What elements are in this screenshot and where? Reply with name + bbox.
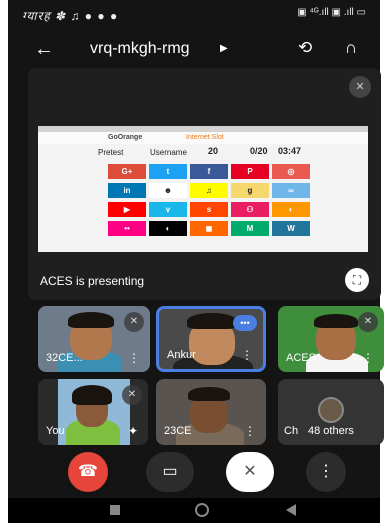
mic-off-icon: ✕ [349, 76, 371, 98]
recents-icon[interactable] [110, 505, 120, 515]
shared-grid-cell: ◐ [272, 202, 310, 217]
shared-stats: Pretest Username 20 0/20 03:47 [98, 146, 308, 160]
participant-hair [188, 387, 230, 401]
participant-tile[interactable]: 23CE ⋮ [156, 379, 266, 445]
shared-grid-cell: t [149, 164, 187, 179]
participant-hair [72, 385, 112, 405]
shared-grid-cell: ▶ [108, 202, 146, 217]
participant-name: You [46, 425, 65, 437]
shared-grid-cell: in [108, 183, 146, 198]
more-vert-icon[interactable]: ⋮ [362, 351, 374, 365]
participant-name: 23CE [164, 425, 192, 437]
mic-off-icon: ✕ [124, 312, 144, 332]
more-vert-icon[interactable]: ⋮ [128, 351, 140, 365]
participant-hair [68, 312, 114, 328]
mic-off-icon: ✕ [122, 385, 142, 405]
headphones-icon[interactable]: ∩ [345, 38, 357, 58]
shared-grid-cell: ◐ [149, 221, 187, 236]
phone-screen: ग्यारह ✽ ♫ ● ● ● ▣ ⁴ᴳ.ıll ▣ .ıll ▭ ← vrq… [8, 0, 384, 523]
more-options-button[interactable]: ⋮ [306, 452, 346, 492]
back-icon[interactable] [286, 504, 296, 516]
status-bar: ग्यारह ✽ ♫ ● ● ● ▣ ⁴ᴳ.ıll ▣ .ıll ▭ [8, 0, 380, 28]
presenting-label: ACES is presenting [40, 274, 145, 288]
shared-timer: 03:47 [278, 146, 302, 156]
participant-hair [314, 314, 358, 328]
mic-off-icon: ✕ [358, 312, 378, 332]
avatar [318, 397, 344, 423]
shared-user: Username [150, 148, 187, 157]
back-arrow-icon[interactable]: ← [34, 38, 54, 61]
shared-icon-grid: G+ t f P ◎ in ☻ ♫ g ∞ ▶ v s ⚇ ◐ •• ◐ ◼ M W [108, 164, 310, 244]
camera-switch-icon[interactable]: ⟲ [298, 38, 312, 58]
others-count: 48 others [308, 425, 354, 437]
shared-grid-cell: ☻ [149, 183, 187, 198]
participant-tile-active[interactable]: ••• Ankur ⋮ [156, 306, 266, 372]
others-tile[interactable]: Ch 48 others [278, 379, 384, 445]
shared-grid-cell: f [190, 164, 228, 179]
status-left: ग्यारह ✽ ♫ ● ● ● [22, 9, 119, 23]
speaking-indicator-icon: ••• [233, 315, 257, 331]
shared-grid-cell: •• [108, 221, 146, 236]
home-icon[interactable] [195, 503, 209, 517]
shared-grid-cell: g [231, 183, 269, 198]
mic-toggle-button[interactable]: ✕ [226, 452, 274, 492]
participant-hair [187, 313, 237, 329]
more-vert-icon[interactable]: ⋮ [244, 424, 256, 438]
end-call-button[interactable]: ☎ [68, 452, 108, 492]
participant-name: Ch [284, 425, 299, 437]
meeting-code[interactable]: vrq-mkgh-rmg [90, 40, 190, 58]
self-view-tile[interactable]: ✕ You ✦ [38, 379, 148, 445]
shared-grid-cell: P [231, 164, 269, 179]
shared-grid-cell: ◼ [190, 221, 228, 236]
system-nav-bar [8, 498, 380, 523]
shared-grid-cell: v [149, 202, 187, 217]
effects-icon[interactable]: ✦ [128, 424, 138, 438]
status-right: ▣ ⁴ᴳ.ıll ▣ .ıll ▭ [297, 7, 366, 18]
participant-tile[interactable]: ✕ ACES ⋮ [278, 306, 384, 372]
shared-brand: GoOrange [108, 134, 143, 141]
shared-score: 20 [208, 146, 219, 156]
top-bar: ← vrq-mkgh-rmg ▶ ⟲ ∩ [8, 30, 380, 70]
shared-screen-header: GoOrange Internet Slot [38, 132, 368, 144]
call-controls: ☎ ▭ ✕ ⋮ [8, 452, 380, 494]
shared-grid-cell: ∞ [272, 183, 310, 198]
shared-grid-cell: ♫ [190, 183, 228, 198]
participant-tile[interactable]: ✕ 32CE... ⋮ [38, 306, 150, 372]
shared-grid-cell: ⚇ [231, 202, 269, 217]
participant-name: Ankur [167, 349, 196, 361]
shared-grid-cell: M [231, 221, 269, 236]
shared-pretest: Pretest [98, 148, 124, 157]
presentation-tile[interactable]: ✕ GoOrange Internet Slot Pretest Usernam… [28, 68, 381, 300]
shared-section: Internet Slot [186, 134, 224, 141]
chevron-right-icon[interactable]: ▶ [220, 43, 228, 54]
shared-grid-cell: G+ [108, 164, 146, 179]
participant-name: ACES [286, 352, 316, 364]
participant-name: 32CE... [46, 352, 83, 364]
fullscreen-icon[interactable]: ⛶ [345, 268, 369, 292]
camera-toggle-button[interactable]: ▭ [146, 452, 194, 492]
shared-grid-cell: ◎ [272, 164, 310, 179]
more-vert-icon[interactable]: ⋮ [241, 348, 253, 362]
shared-grid-cell: s [190, 202, 228, 217]
shared-screen: GoOrange Internet Slot Pretest Username … [38, 126, 368, 252]
shared-progress: 0/20 [250, 146, 268, 156]
shared-grid-cell: W [272, 221, 310, 236]
